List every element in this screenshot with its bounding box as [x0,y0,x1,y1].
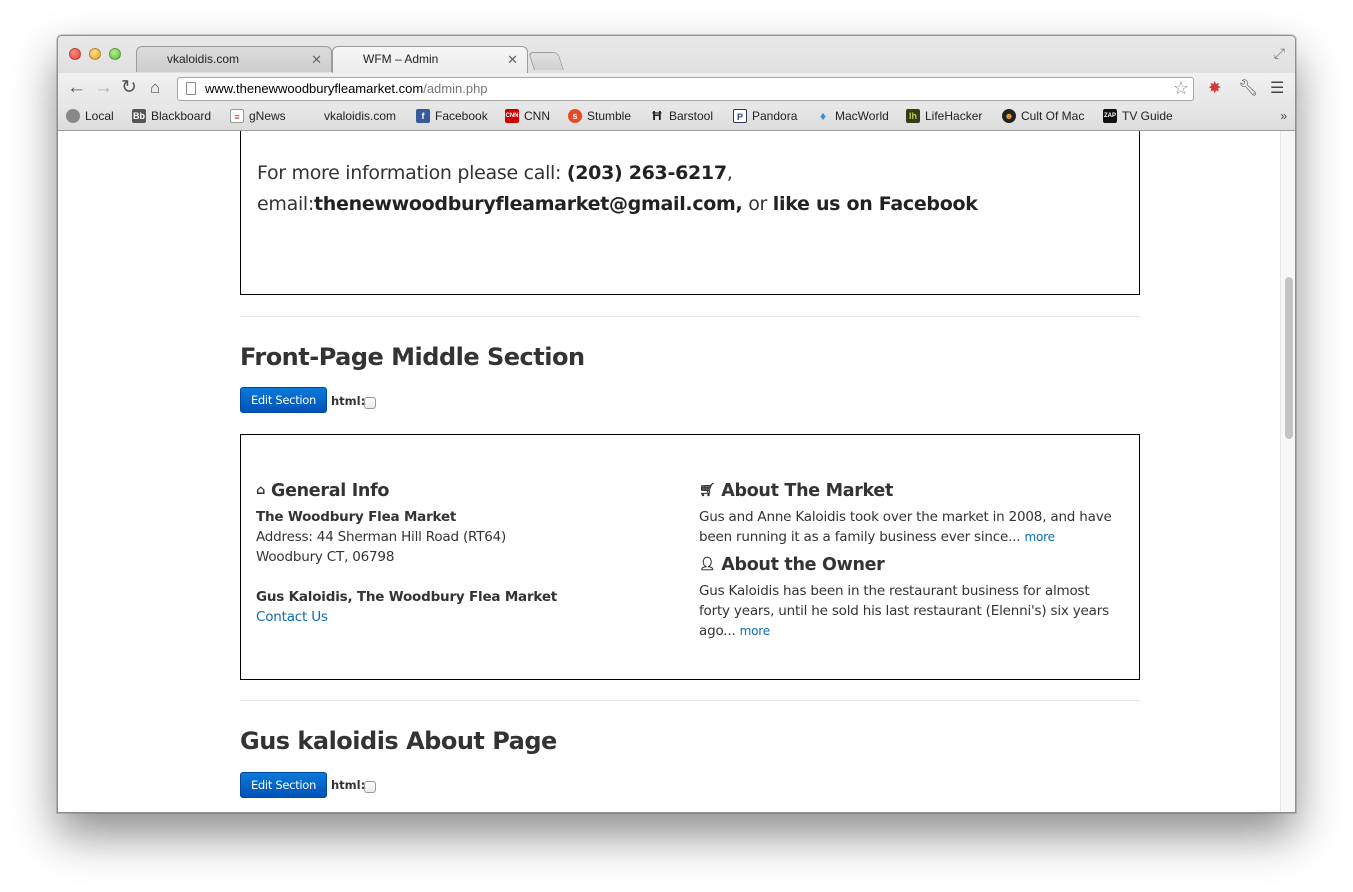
market-name: The Woodbury Flea Market [256,509,457,525]
phone-number: (203) 263-6217 [566,162,727,184]
browser-chrome: vkaloidis.com ✕ WFM – Admin ✕ ⤢ ← → ↻ ⌂ … [58,36,1295,131]
home-icon[interactable]: ⌂ [150,77,160,99]
cnn-icon: CNN [505,109,519,123]
bookmark-stumble[interactable]: s Stumble [568,109,631,123]
owner-more-link[interactable]: more [740,624,770,638]
tab-vkaloidis[interactable]: vkaloidis.com ✕ [136,46,332,72]
navigation-toolbar: ← → ↻ ⌂ www.thenewwoodburyfleamarket.com… [58,73,1295,105]
general-info-column: ⌂ General Info The Woodbury Flea Market A… [256,479,676,627]
contact-info-box: For more information please call: (203) … [240,131,1140,295]
lifehacker-icon: lh [906,109,920,123]
html-checkbox[interactable] [364,397,376,409]
page-content: For more information please call: (203) … [58,131,1282,812]
bookmark-blackboard[interactable]: Bb Blackboard [132,109,211,123]
stumble-icon: s [568,109,582,123]
bookmark-tvguide[interactable]: ZAP TV Guide [1103,109,1173,123]
back-arrow-icon[interactable]: ← [67,77,86,99]
about-column: 🛒︎ About The Market Gus and Anne Kaloidis… [699,479,1124,641]
zoom-window-button[interactable] [109,48,121,60]
bookmark-cnn[interactable]: CNN CNN [505,109,550,123]
bookmark-local[interactable]: Local [66,109,114,123]
facebook-icon: f [416,109,430,123]
email-address: thenewwoodburyfleamarket@gmail.com, [314,193,743,215]
globe-icon [66,109,80,123]
bookmark-star-icon[interactable]: ☆ [1173,78,1189,99]
close-window-button[interactable] [69,48,81,60]
tab-title: vkaloidis.com [167,52,240,66]
middle-section-box: ⌂ General Info The Woodbury Flea Market A… [240,434,1140,680]
facebook-text: like us on Facebook [772,193,978,215]
market-more-link[interactable]: more [1024,530,1054,544]
general-info-heading: ⌂ General Info [256,481,390,501]
extension-icon[interactable]: ✸ [1208,79,1221,99]
url-text: www.thenewwoodburyfleamarket.com/admin.p… [205,81,488,96]
reload-icon[interactable]: ↻ [121,77,137,99]
news-icon: ≡ [230,109,244,123]
cart-icon: 🛒︎ [699,483,716,498]
tvguide-icon: ZAP [1103,109,1117,123]
blackboard-icon: Bb [132,109,146,123]
owner-line: Gus Kaloidis, The Woodbury Flea Market [256,589,558,605]
html-label: html: [331,394,366,408]
section-divider [240,700,1140,701]
section-title: Gus kaloidis About Page [240,727,557,755]
bookmark-lifehacker[interactable]: lh LifeHacker [906,109,982,123]
about-owner-heading: 👤︎ About the Owner [699,555,885,575]
user-icon: 👤︎ [699,557,716,572]
pandora-icon: P [733,109,747,123]
bookmark-vkaloidis[interactable]: vkaloidis.com [305,109,396,123]
vertical-scrollbar[interactable] [1280,131,1295,812]
bookmark-gnews[interactable]: ≡ gNews [230,109,286,123]
bookmark-cultofmac[interactable]: ☻ Cult Of Mac [1002,109,1084,123]
fullscreen-icon[interactable]: ⤢ [1274,45,1285,62]
menu-icon[interactable]: ☰ [1270,79,1284,99]
tab-title: WFM – Admin [363,52,439,66]
window-controls [69,48,121,60]
contact-us-link[interactable]: Contact Us [256,607,676,627]
bookmark-facebook[interactable]: f Facebook [416,109,488,123]
edit-section-button[interactable]: Edit Section [240,772,327,798]
browser-window: vkaloidis.com ✕ WFM – Admin ✕ ⤢ ← → ↻ ⌂ … [57,35,1296,813]
edit-section-button[interactable]: Edit Section [240,387,327,413]
more-bookmarks-button[interactable]: » [1280,109,1287,123]
macworld-icon: ♦ [819,109,827,123]
forward-arrow-icon[interactable]: → [94,77,113,99]
section-title: Front-Page Middle Section [240,343,585,371]
blank-icon [305,109,319,123]
page-icon [186,82,196,95]
close-tab-icon[interactable]: ✕ [507,47,518,72]
html-checkbox[interactable] [364,781,376,793]
wrench-icon[interactable]: 🔧︎ [1238,79,1258,99]
bookmarks-bar: Local Bb Blackboard ≡ gNews vkaloidis.com … [58,105,1295,130]
home-icon: ⌂ [256,483,266,498]
section-divider [240,316,1140,317]
contact-info-text: For more information please call: (203) … [257,162,978,215]
tab-wfm-admin[interactable]: WFM – Admin ✕ [332,46,528,73]
bookmark-pandora[interactable]: P Pandora [733,109,797,123]
bookmark-macworld[interactable]: ♦ MacWorld [816,109,889,123]
barstool-icon: Ħ [652,108,662,123]
scrollbar-thumb[interactable] [1285,277,1293,439]
address-line-1: Address: 44 Sherman Hill Road (RT64) [256,529,507,545]
about-market-heading: 🛒︎ About The Market [699,481,894,501]
bookmark-barstool[interactable]: Ħ Barstool [650,108,713,124]
address-bar[interactable]: www.thenewwoodburyfleamarket.com/admin.p… [177,77,1194,101]
new-tab-button[interactable] [528,52,564,70]
address-line-2: Woodbury CT, 06798 [256,549,395,565]
html-label: html: [331,778,366,792]
close-tab-icon[interactable]: ✕ [311,47,322,72]
cultofmac-icon: ☻ [1002,109,1016,123]
minimize-window-button[interactable] [89,48,101,60]
